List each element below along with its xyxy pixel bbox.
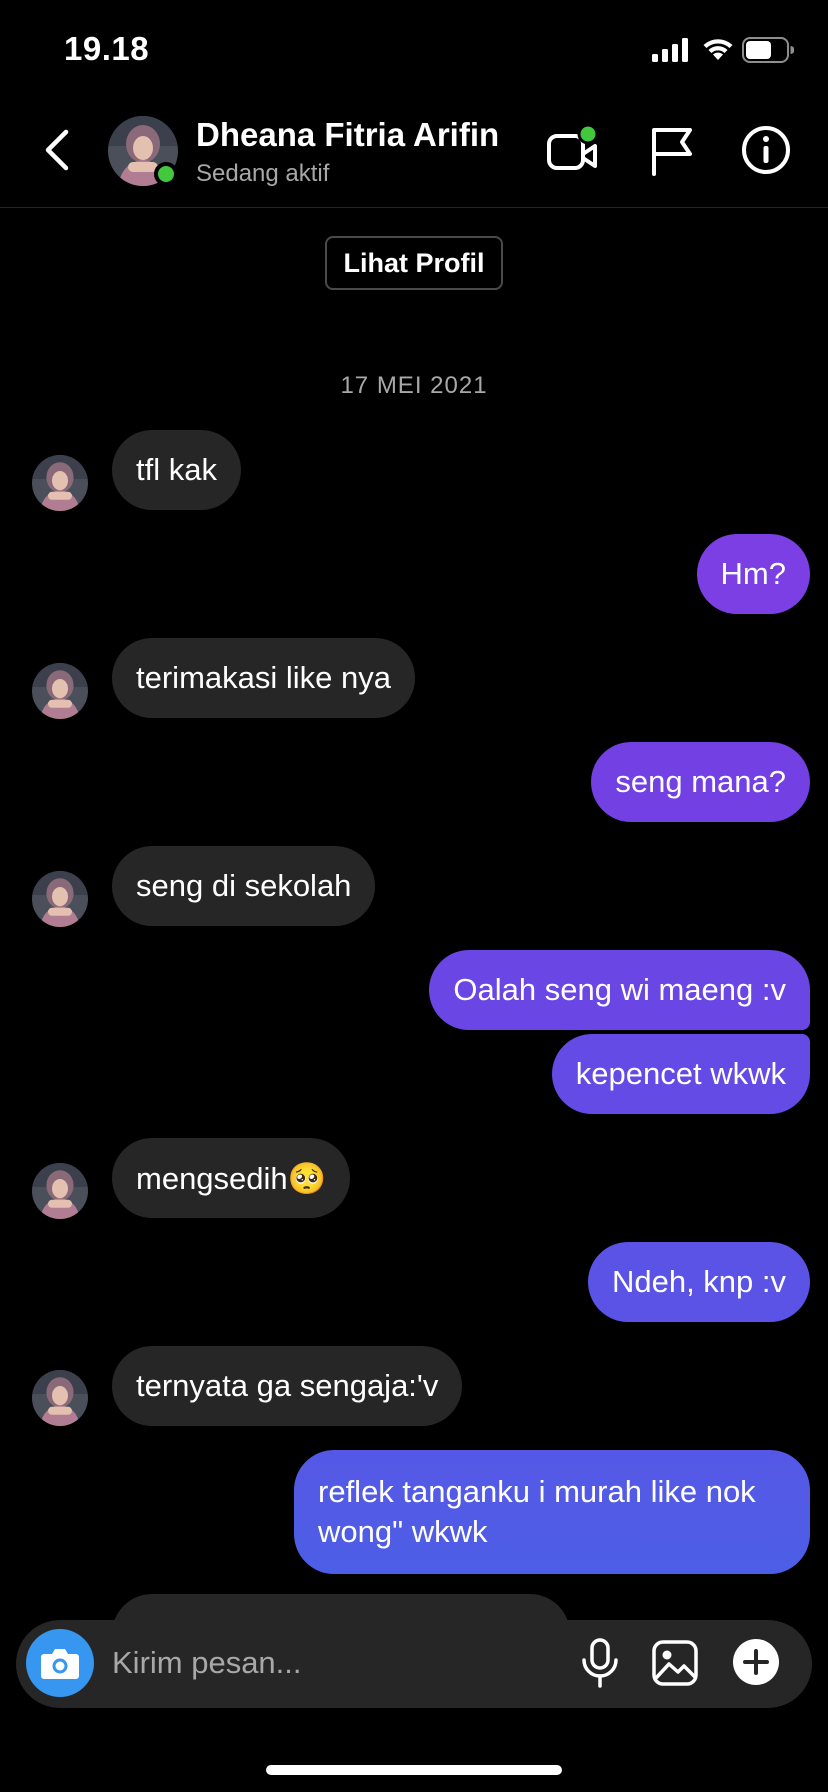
gallery-icon[interactable] [652, 1640, 698, 1686]
cellular-signal-icon [652, 38, 688, 62]
avatar-photo [32, 1370, 88, 1426]
avatar-photo [32, 663, 88, 719]
info-icon[interactable] [740, 124, 792, 176]
message-outgoing[interactable]: seng mana? [591, 742, 810, 822]
date-divider: 17 MEI 2021 [340, 372, 488, 399]
message-input[interactable] [100, 1630, 584, 1696]
back-icon[interactable] [38, 126, 78, 174]
online-status-dot [154, 162, 178, 186]
flag-icon[interactable] [646, 126, 696, 176]
sender-avatar[interactable] [32, 1163, 88, 1219]
contact-name[interactable]: Dheana Fitria Arifin [196, 116, 499, 154]
sender-avatar[interactable] [32, 455, 88, 511]
avatar-photo [32, 1163, 88, 1219]
message-outgoing[interactable]: reflek tanganku i murah like nok wong" w… [294, 1450, 810, 1574]
sender-avatar[interactable] [32, 1370, 88, 1426]
battery-icon [742, 37, 794, 63]
wifi-icon [703, 39, 733, 60]
message-incoming[interactable]: mengsedih🥺 [112, 1138, 351, 1218]
video-call-icon[interactable] [546, 124, 600, 178]
sender-avatar[interactable] [32, 663, 88, 719]
avatar-photo [32, 455, 88, 511]
message-incoming[interactable]: tfl kak [112, 430, 241, 510]
contact-status: Sedang aktif [196, 160, 330, 187]
plus-icon[interactable] [732, 1638, 780, 1686]
microphone-icon[interactable] [580, 1638, 620, 1688]
avatar-photo [32, 871, 88, 927]
message-outgoing[interactable]: kepencet wkwk [551, 1034, 810, 1114]
message-outgoing[interactable]: Ndeh, knp :v [587, 1242, 810, 1322]
status-time: 19.18 [64, 30, 150, 67]
message-outgoing[interactable]: Oalah seng wi maeng :v [429, 950, 810, 1030]
home-indicator [266, 1765, 562, 1775]
camera-icon [41, 1649, 79, 1679]
message-incoming[interactable]: seng di sekolah [112, 846, 376, 926]
camera-button[interactable] [26, 1629, 94, 1697]
sender-avatar[interactable] [32, 871, 88, 927]
view-profile-button[interactable]: Lihat Profil [325, 236, 503, 290]
message-outgoing[interactable]: Hm? [696, 534, 810, 614]
message-incoming[interactable]: ternyata ga sengaja:'v [112, 1346, 463, 1426]
message-incoming[interactable]: terimakasi like nya [112, 638, 415, 718]
